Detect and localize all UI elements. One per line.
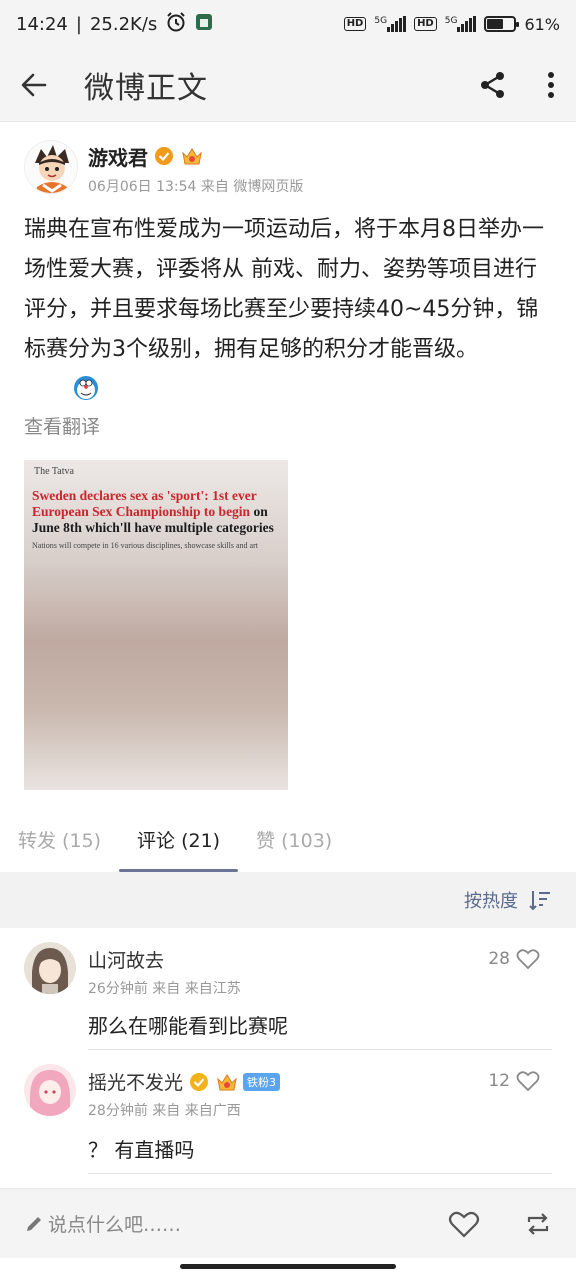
fan-badge: 铁粉3	[243, 1072, 281, 1091]
avatar-illustration	[25, 141, 77, 193]
verified-badge-icon	[190, 1072, 209, 1091]
sort-icon[interactable]	[528, 889, 552, 911]
page-title: 微博正文	[84, 70, 208, 106]
author-name[interactable]: 游戏君	[88, 142, 148, 171]
pencil-icon	[27, 1216, 41, 1231]
home-indicator	[180, 1264, 396, 1269]
comment-avatar[interactable]	[24, 942, 76, 994]
avatar-illustration	[24, 942, 76, 994]
comment-input[interactable]: 说点什么吧……	[24, 1210, 181, 1237]
top-bar: 微博正文	[0, 48, 576, 122]
image-logo: The Tatva	[34, 466, 74, 477]
heart-icon	[516, 949, 540, 970]
arrow-left-icon	[21, 73, 47, 96]
heart-icon	[448, 1211, 480, 1238]
post-image[interactable]: The Tatva Sweden declares sex as 'sport'…	[24, 460, 288, 790]
share-icon	[481, 71, 504, 98]
author-row: 游戏君 06月06日 13:54 来自 微博网页版	[24, 140, 303, 196]
post-text: 瑞典在宣布性爱成为一项运动后，将于本月8日举办一场性爱大赛，评委将从 前戏、耐力…	[24, 217, 544, 362]
more-vertical-icon	[548, 71, 554, 98]
image-headline: Sweden declares sex as 'sport': 1st ever…	[32, 488, 284, 554]
author-avatar[interactable]	[24, 140, 78, 194]
share-button[interactable]	[478, 70, 508, 100]
repost-button[interactable]	[524, 1210, 552, 1238]
status-separator: |	[75, 13, 82, 35]
hd-badge-2: HD	[414, 17, 437, 31]
comment-avatar[interactable]	[24, 1064, 76, 1116]
signal-1: 5G	[374, 16, 407, 32]
post-meta: 06月06日 13:54 来自 微博网页版	[88, 179, 304, 195]
tab-likes-label: 赞 (103)	[256, 830, 333, 852]
status-speed: 25.2K/s	[89, 13, 158, 35]
net-label-1: 5G	[374, 16, 388, 26]
tab-bar: 转发 (15) 评论 (21) 赞 (103)	[0, 800, 576, 872]
comment-like-count: 28	[488, 949, 510, 969]
signal-bars-icon	[457, 16, 477, 32]
crown-badge-icon	[182, 148, 202, 165]
tab-comments[interactable]: 评论 (21)	[119, 800, 239, 872]
back-button[interactable]	[20, 71, 48, 99]
status-time: 14:24	[16, 13, 68, 35]
comment-divider	[88, 1173, 552, 1174]
more-button[interactable]	[546, 71, 556, 99]
comment-like-count: 12	[488, 1071, 510, 1091]
net-label-2: 5G	[444, 16, 458, 26]
comment-meta: 26分钟前 来自 来自江苏	[88, 981, 241, 997]
comment-author-name: 山河故去	[88, 950, 165, 972]
comment-item: 摇光不发光 铁粉3 28分钟前 来自 来自广西 ？ 有直播吗 12	[0, 1050, 576, 1174]
heart-icon	[516, 1071, 540, 1092]
image-subhead: Nations will compete in 16 various disci…	[32, 541, 258, 550]
alarm-icon	[165, 11, 187, 38]
comment-like-button[interactable]: 12	[488, 1070, 540, 1092]
hd-badge-1: HD	[343, 17, 367, 31]
comment-input-placeholder: 说点什么吧……	[48, 1214, 182, 1236]
comment-like-button[interactable]: 28	[488, 948, 540, 970]
battery-icon	[484, 16, 520, 32]
image-headline-on: on	[250, 504, 268, 519]
crown-badge-icon	[217, 1073, 237, 1090]
like-post-button[interactable]	[448, 1210, 480, 1238]
tab-reposts-label: 转发 (15)	[18, 830, 102, 852]
comment-author[interactable]: 摇光不发光 铁粉3	[88, 1068, 281, 1095]
battery-percent: 61%	[524, 14, 560, 34]
image-headline-dark: June 8th which'll have multiple categori…	[32, 520, 274, 535]
translate-link[interactable]: 查看翻译	[24, 412, 100, 439]
comment-text: ？ 有直播吗	[88, 1138, 195, 1162]
comment-author[interactable]: 山河故去	[88, 946, 164, 973]
tab-comments-label: 评论 (21)	[137, 830, 221, 852]
tab-likes[interactable]: 赞 (103)	[256, 800, 332, 872]
app-notification-icon	[195, 13, 213, 36]
doraemon-emoji-icon	[72, 374, 100, 406]
avatar-illustration	[24, 1064, 76, 1116]
signal-bars-icon	[387, 16, 407, 32]
repost-icon	[527, 1212, 549, 1235]
tab-reposts[interactable]: 转发 (15)	[18, 800, 101, 872]
comment-author-name: 摇光不发光	[88, 1072, 184, 1094]
comment-text: 那么在哪能看到比赛呢	[88, 1014, 288, 1038]
verified-badge-icon	[155, 147, 173, 165]
sort-button[interactable]: 按热度	[464, 887, 518, 913]
comment-item: 山河故去 26分钟前 来自 来自江苏 那么在哪能看到比赛呢 28	[0, 928, 576, 1050]
status-bar: 14:24 | 25.2K/s HD 5G HD 5G 61%	[0, 0, 576, 48]
bottom-bar: 说点什么吧……	[0, 1188, 576, 1258]
signal-2: 5G	[445, 16, 477, 32]
comment-meta: 28分钟前 来自 来自广西	[88, 1103, 241, 1119]
image-headline-red: Sweden declares sex as 'sport': 1st ever…	[32, 488, 257, 519]
sort-bar: 按热度	[0, 872, 576, 928]
